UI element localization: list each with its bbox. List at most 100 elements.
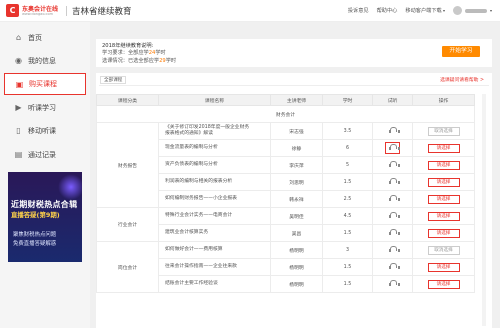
status-text: 已选全部应学 <box>127 58 160 64</box>
hours-cell: 1.5 <box>322 258 373 276</box>
headphone-icon[interactable] <box>389 161 400 167</box>
play-icon: ▶ <box>15 103 22 112</box>
headphone-icon[interactable] <box>389 212 400 218</box>
banner-tagline-1: 聚焦财税热点问题 <box>13 232 57 238</box>
preview-cell <box>372 224 413 242</box>
preview-cell <box>372 275 413 293</box>
course-name-cell[interactable]: 利润表的编制与相关的报表分析 <box>158 173 271 191</box>
course-name-cell[interactable]: 现金流量表的编制与分析 <box>158 139 271 157</box>
course-help-link[interactable]: 选课疑问请看帮助 > <box>440 76 484 83</box>
site-title: 吉林省继续教育 <box>72 7 132 17</box>
sidebar-item-label: 听课学习 <box>28 103 56 112</box>
banner-glow <box>58 174 82 200</box>
action-cell: 请选择 <box>412 139 475 157</box>
sidebar-item-label: 首页 <box>28 33 42 42</box>
teacher-cell: 刘思明 <box>270 173 323 191</box>
start-study-button[interactable]: 开始学习 <box>442 46 480 57</box>
sidebar-item-mobile[interactable]: ▯ 移动听课 <box>4 122 86 139</box>
action-cell: 请选择 <box>412 275 475 293</box>
promo-banner[interactable]: 近期财税热点合辑 直播答疑(第9期) 聚焦财税热点问题 免费直播答疑解惑 <box>8 172 82 262</box>
group-header-label: 财务会计 <box>96 105 475 123</box>
course-name-cell[interactable]: 往来会计操作指南——企业往来款 <box>158 258 271 276</box>
col-header-teacher: 主讲老师 <box>270 94 323 106</box>
course-name-cell[interactable]: 特殊行业会计实务——电商会计 <box>158 207 271 225</box>
hours-cell: 3 <box>322 241 373 259</box>
sidebar-item-my-info[interactable]: ◉ 我的信息 <box>4 52 86 69</box>
cart-icon: ▣ <box>15 79 24 89</box>
course-name-cell[interactable]: 《关于修订印发2018年度一般企业财务 报表格式的通知》解读 <box>158 122 271 140</box>
headphone-icon[interactable] <box>389 280 400 286</box>
headphone-icon[interactable] <box>389 246 400 252</box>
sidebar-item-label: 通过记录 <box>28 150 56 159</box>
teacher-cell: 李庆萍 <box>270 156 323 174</box>
req-unit: 学时 <box>155 50 166 56</box>
sidebar-item-label: 移动听课 <box>28 126 56 135</box>
site-logo[interactable]: C 东奥会计在线 www.dongao.com <box>6 3 64 19</box>
course-name-cell[interactable]: 资产负债表的编制与分析 <box>158 156 271 174</box>
course-name-cell[interactable]: 如何编制财务报告——小企业报表 <box>158 190 271 208</box>
sidebar-item-home[interactable]: ⌂ 首页 <box>4 29 86 46</box>
headphone-icon[interactable] <box>389 127 400 133</box>
feedback-link[interactable]: 投诉意见 <box>348 7 369 14</box>
category-tab-all[interactable]: 全部课程 <box>100 76 127 84</box>
teacher-cell: 徐静 <box>270 139 323 157</box>
hours-cell: 4.5 <box>322 207 373 225</box>
table-row: 岗位会计 如何做好会计——费用核算 杨明明 3 取消选择 <box>96 241 475 293</box>
home-icon: ⌂ <box>15 33 22 42</box>
select-button[interactable]: 请选择 <box>427 194 460 204</box>
category-cell: 财务报告 <box>96 122 159 208</box>
select-button[interactable]: 请选择 <box>427 143 460 153</box>
sidebar-item-study[interactable]: ▶ 听课学习 <box>4 99 86 116</box>
help-center-link[interactable]: 帮助中心 <box>377 7 398 14</box>
course-name-cell[interactable]: 建筑业会计核算实务 <box>158 224 271 242</box>
table-scrollbar[interactable] <box>482 94 486 326</box>
logo-url: www.dongao.com <box>22 12 53 16</box>
select-button[interactable]: 请选择 <box>427 160 460 170</box>
teacher-cell: 杨明明 <box>270 258 323 276</box>
app-download-dropdown[interactable]: 移动客户端下载 <box>405 7 445 14</box>
headphone-icon[interactable] <box>389 263 400 269</box>
headphone-icon[interactable] <box>389 195 400 201</box>
preview-cell <box>372 173 413 191</box>
category-cell: 行业会计 <box>96 207 159 242</box>
preview-cell <box>372 190 413 208</box>
select-button[interactable]: 请选择 <box>427 279 460 289</box>
sidebar-item-buy-courses[interactable]: ▣ 购买课程 <box>4 73 86 95</box>
course-name-cell[interactable]: 结账会计主要工作经验谈 <box>158 275 271 293</box>
action-cell: 请选择 <box>412 173 475 191</box>
info-title: 2018年继续教育说明: <box>102 43 154 49</box>
headphone-icon[interactable] <box>389 178 400 184</box>
teacher-cell: 韩永祥 <box>270 190 323 208</box>
select-button[interactable]: 请选择 <box>427 262 460 272</box>
chevron-down-icon: ▾ <box>489 8 492 13</box>
preview-highlight <box>385 142 400 154</box>
select-button[interactable]: 请选择 <box>427 211 460 221</box>
headphone-icon[interactable] <box>389 144 400 150</box>
status-unit: 学时 <box>165 58 177 64</box>
course-table: 课程分类 课程名称 主讲老师 学时 试听 操作 财务会计 财务报告 《关于修订印… <box>96 94 475 293</box>
table-row: 财务报告 《关于修订印发2018年度一般企业财务 报表格式的通知》解读 宋志强 3… <box>96 122 475 208</box>
hours-cell: 1.5 <box>322 173 373 191</box>
banner-subheadline: 直播答疑(第9期) <box>11 211 60 219</box>
table-header-row: 课程分类 课程名称 主讲老师 学时 试听 操作 <box>96 94 475 106</box>
logo-mark: C <box>6 4 19 17</box>
user-name-redacted <box>464 8 487 13</box>
user-menu[interactable]: ▾ <box>452 6 492 15</box>
select-button[interactable]: 请选择 <box>427 177 460 187</box>
course-name-cell[interactable]: 如何做好会计——费用核算 <box>158 241 271 259</box>
col-header-category: 课程分类 <box>96 94 159 106</box>
record-icon: ▤ <box>14 150 23 159</box>
cancel-select-button[interactable]: 取消选择 <box>427 126 460 136</box>
action-cell: 请选择 <box>412 156 475 174</box>
preview-cell <box>372 258 413 276</box>
cancel-select-button[interactable]: 取消选择 <box>427 245 460 255</box>
hours-cell: 3.5 <box>322 122 373 140</box>
hours-cell: 1.5 <box>322 224 373 242</box>
status-label: 选课情况： <box>102 58 128 64</box>
col-header-hours: 学时 <box>322 94 373 106</box>
select-button[interactable]: 请选择 <box>427 228 460 238</box>
sidebar-item-records[interactable]: ▤ 通过记录 <box>4 146 86 163</box>
preview-cell <box>372 156 413 174</box>
teacher-cell: 吴明佳 <box>270 207 323 225</box>
headphone-icon[interactable] <box>389 229 400 235</box>
